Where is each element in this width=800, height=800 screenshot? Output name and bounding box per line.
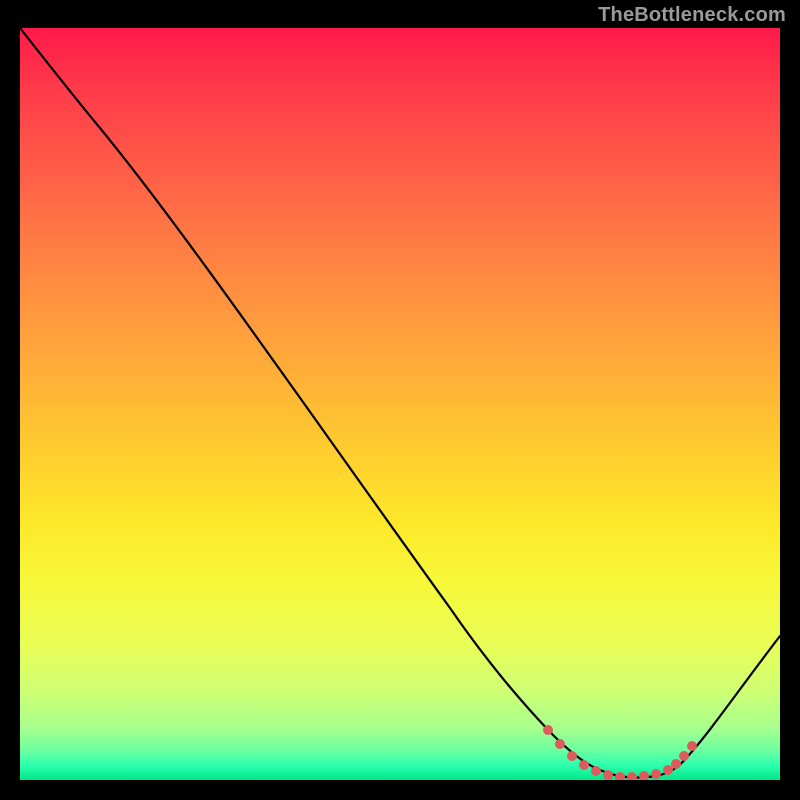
plot-area bbox=[20, 28, 780, 780]
chart-frame: TheBottleneck.com bbox=[0, 0, 800, 800]
curve-path bbox=[20, 28, 780, 778]
highlight-dots bbox=[543, 725, 697, 780]
watermark-text: TheBottleneck.com bbox=[598, 4, 786, 27]
bottleneck-curve bbox=[20, 28, 780, 780]
